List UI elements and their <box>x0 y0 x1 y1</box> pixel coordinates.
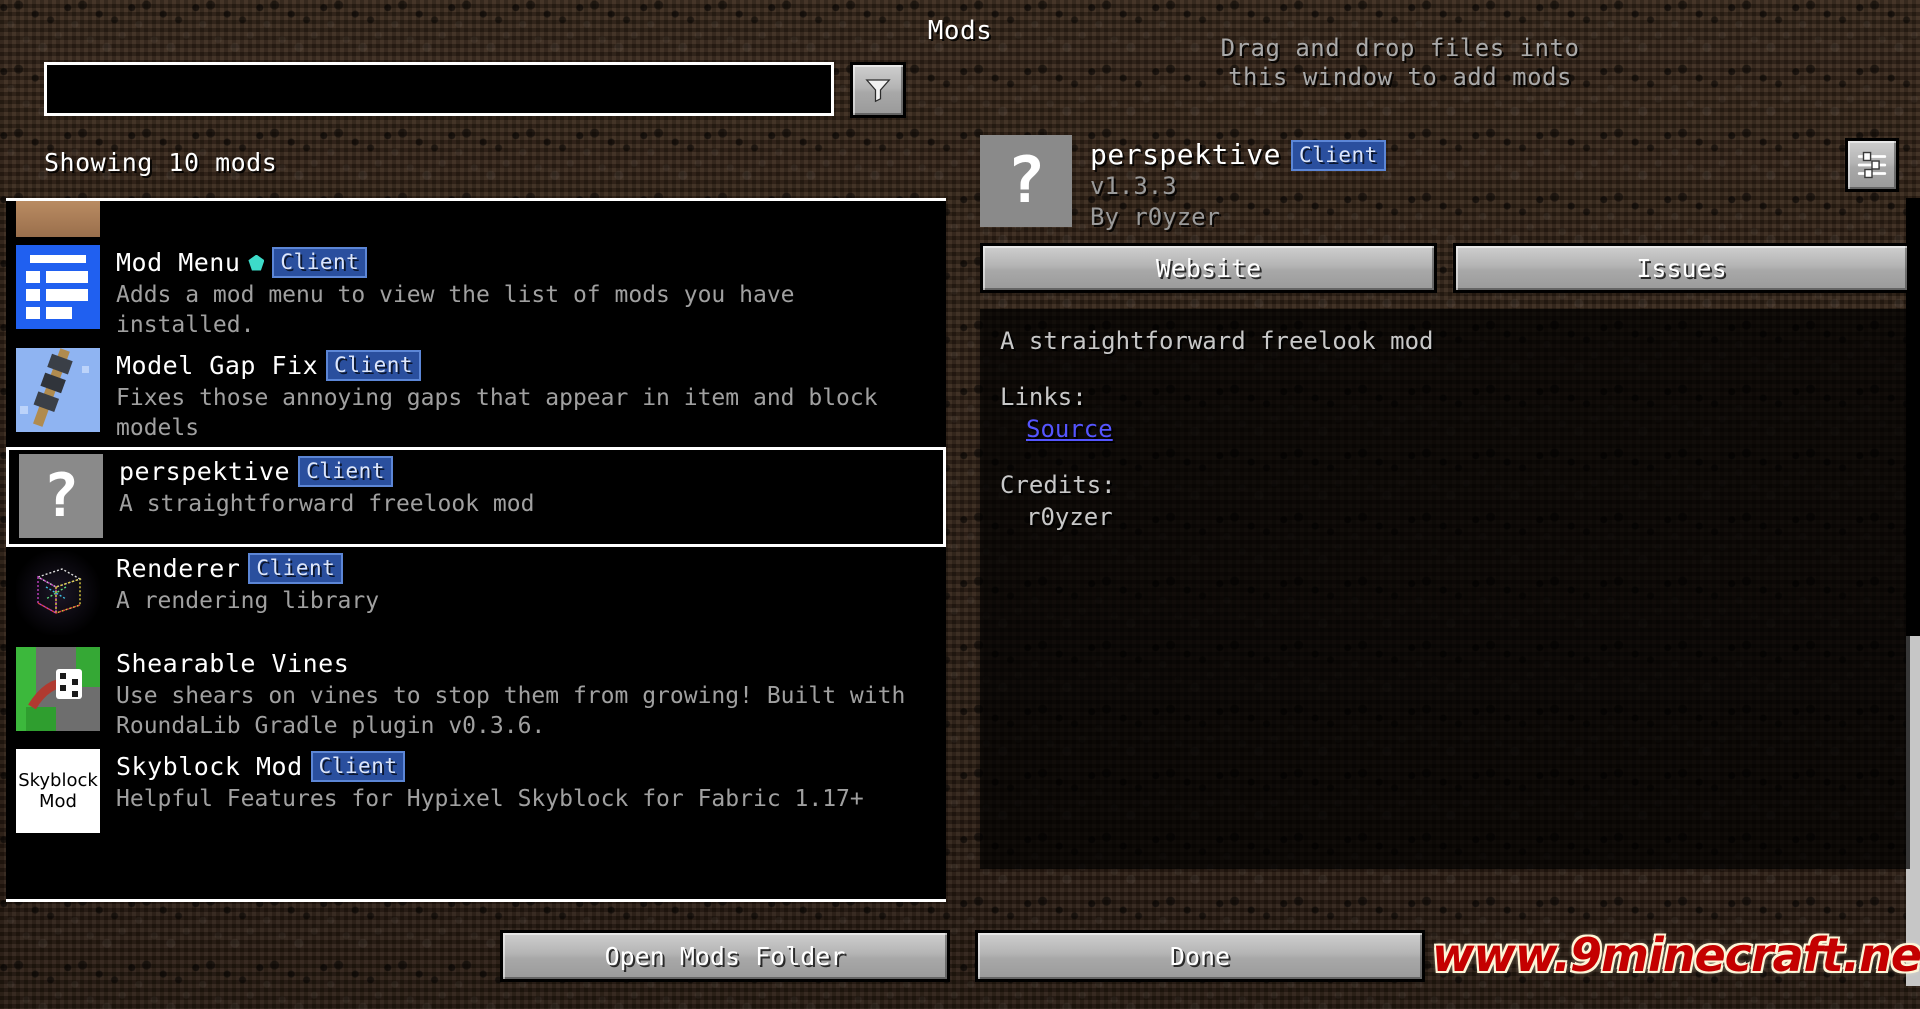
mod-list-scroll-content: Mod Menu Client Adds a mod menu to view th… <box>6 201 946 899</box>
showing-count-label: Showing 10 mods <box>44 148 278 177</box>
credits-entry: r0yzer <box>1026 503 1113 531</box>
filter-button[interactable] <box>850 62 906 118</box>
open-mods-folder-button[interactable]: Open Mods Folder <box>500 930 950 982</box>
filter-icon <box>865 79 891 103</box>
mod-list-item[interactable] <box>6 201 946 241</box>
mod-list-item-title-line: Model Gap Fix Client <box>116 350 936 381</box>
mod-list-item-title-line: Shearable Vines <box>116 649 936 679</box>
mod-details-description: A straightforward freelook mod <box>1000 327 1434 355</box>
mod-list-item-badge: Client <box>298 456 393 487</box>
mod-details-title-line: perspektive Client <box>1090 139 1386 171</box>
links-label: Links: <box>1000 383 1087 411</box>
mod-list-item-title-line: perspektive Client <box>119 456 933 487</box>
mod-list-item-description: Adds a mod menu to view the list of mods… <box>116 282 795 338</box>
mod-list-item-name: perspektive <box>119 456 291 486</box>
mod-icon-modmenu <box>16 245 100 329</box>
mod-list-item[interactable]: Skyblock Mod Skyblock Mod Client Helpful Fea… <box>6 745 946 841</box>
website-button[interactable]: Website <box>980 243 1437 293</box>
source-link[interactable]: Source <box>1026 415 1113 443</box>
mod-list[interactable]: Mod Menu Client Adds a mod menu to view th… <box>6 198 946 902</box>
mod-details-body: A straightforward freelook mod Links: So… <box>980 309 1910 869</box>
mod-icon-dirt-partial <box>16 201 100 237</box>
mod-list-item[interactable]: Mod Menu Client Adds a mod menu to view th… <box>6 241 946 344</box>
mod-icon-modelgapfix <box>16 348 100 432</box>
mod-list-item-selected[interactable]: ? perspektive Client A straightforward free… <box>6 447 946 547</box>
mod-details-icon: ? <box>980 135 1072 227</box>
mod-icon-vines <box>16 647 100 731</box>
credits-label: Credits: <box>1000 471 1116 499</box>
mod-list-item-text: Renderer Client A rendering library <box>116 551 936 616</box>
mod-list-item-name: Model Gap Fix <box>116 350 319 380</box>
issues-button[interactable]: Issues <box>1453 243 1910 293</box>
drag-drop-hint-line1: Drag and drop files into <box>1220 34 1580 62</box>
mod-icon-text-line1: Skyblock <box>18 770 98 791</box>
mod-list-item-title-line: Mod Menu Client <box>116 247 936 278</box>
mod-list-item-name: Mod Menu <box>116 247 241 277</box>
mod-list-item-text: Skyblock Mod Client Helpful Features for H… <box>116 749 936 814</box>
mod-icon-text-line2: Mod <box>39 791 77 812</box>
mod-list-item-name: Renderer <box>116 553 241 583</box>
mod-icon-skyblock: Skyblock Mod <box>16 749 100 833</box>
drag-drop-hint: Drag and drop files into this window to … <box>1000 34 1800 92</box>
mod-list-item-text: Model Gap Fix Client Fixes those annoying … <box>116 348 936 443</box>
search-input[interactable] <box>47 65 831 113</box>
mod-list-item-title-line: Skyblock Mod Client <box>116 751 936 782</box>
mod-list-item-badge: Client <box>310 751 406 782</box>
mod-details-version: v1.3.3 <box>1090 172 1177 200</box>
done-button[interactable]: Done <box>975 930 1425 982</box>
mod-details-meta: perspektive Client v1.3.3 By r0yzer <box>1090 135 1386 233</box>
mod-list-item[interactable]: Model Gap Fix Client Fixes those annoying … <box>6 344 946 447</box>
mod-list-item-description: Use shears on vines to stop them from gr… <box>116 683 906 739</box>
mod-list-item-badge: Client <box>248 553 344 584</box>
mod-list-item-text: Mod Menu Client Adds a mod menu to view th… <box>116 245 936 340</box>
mod-list-item-description: A rendering library <box>116 588 380 614</box>
mod-list-item-description: A straightforward freelook mod <box>119 491 535 517</box>
links-list: Source <box>1000 413 1890 445</box>
mod-icon-renderer <box>16 551 100 635</box>
mod-details-name: perspektive <box>1090 138 1281 171</box>
mod-details-badge: Client <box>1290 139 1386 171</box>
mod-details-author: By r0yzer <box>1090 203 1221 231</box>
search-box[interactable] <box>44 62 834 116</box>
mod-list-item-name: Shearable Vines <box>116 649 350 678</box>
mod-details-panel: ? perspektive Client v1.3.3 By r0yzer We… <box>980 135 1910 902</box>
drag-drop-hint-line2: this window to add mods <box>1228 63 1572 91</box>
mod-list-item-name: Skyblock Mod <box>116 751 303 781</box>
mod-list-item-text: perspektive Client A straightforward freel… <box>119 454 933 519</box>
mod-list-item[interactable]: Renderer Client A rendering library <box>6 547 946 643</box>
mod-details-header: ? perspektive Client v1.3.3 By r0yzer <box>980 135 1910 231</box>
mod-icon-question: ? <box>19 454 103 538</box>
mod-list-item-description: Helpful Features for Hypixel Skyblock fo… <box>116 786 864 812</box>
mod-list-item-description: Fixes those annoying gaps that appear in… <box>116 385 878 441</box>
mod-list-item[interactable]: Shearable Vines Use shears on vines to st… <box>6 643 946 745</box>
mod-list-item-badge: Client <box>326 350 422 381</box>
site-watermark: www.9minecraft.net <box>1432 928 1920 982</box>
mod-list-item-title-line: Renderer Client <box>116 553 936 584</box>
mod-list-item-text: Shearable Vines Use shears on vines to st… <box>116 647 936 741</box>
mod-list-item-badge: Client <box>272 247 368 278</box>
mod-details-link-buttons: Website Issues <box>980 243 1910 293</box>
diamond-icon <box>248 254 265 271</box>
